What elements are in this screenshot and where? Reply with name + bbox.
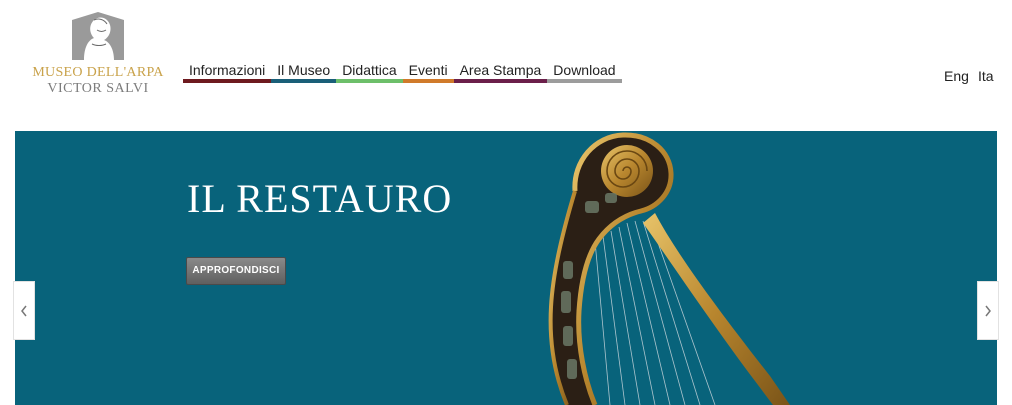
nav-item-eventi[interactable]: Eventi <box>402 62 454 83</box>
chevron-left-icon <box>21 305 27 316</box>
hero-slider: IL RESTAURO APPROFONDISCI <box>15 131 997 405</box>
slider-next-button[interactable] <box>977 281 999 340</box>
nav-item-label: Eventi <box>408 62 448 78</box>
nav-item-label: Download <box>553 62 616 78</box>
language-eng-link[interactable]: Eng <box>944 68 969 84</box>
nav-underline <box>336 79 403 83</box>
nav-item-informazioni[interactable]: Informazioni <box>183 62 272 83</box>
nav-item-il-museo[interactable]: Il Museo <box>271 62 337 83</box>
museum-logo[interactable]: MUSEO DELL'ARPA VICTOR SALVI <box>30 10 166 102</box>
nav-underline <box>453 79 548 83</box>
nav-item-label: Area Stampa <box>459 62 542 78</box>
hero-title: IL RESTAURO <box>187 176 453 221</box>
chevron-right-icon <box>985 305 991 316</box>
logo-line2: VICTOR SALVI <box>47 81 149 96</box>
nav-item-download[interactable]: Download <box>547 62 622 83</box>
harpist-portrait-icon <box>72 12 124 60</box>
nav-underline <box>183 79 272 83</box>
approfondisci-button[interactable]: APPROFONDISCI <box>186 257 286 285</box>
nav-item-label: Didattica <box>342 62 397 78</box>
nav-item-didattica[interactable]: Didattica <box>336 62 403 83</box>
logo-line1: MUSEO DELL'ARPA <box>32 65 164 80</box>
site-header: MUSEO DELL'ARPA VICTOR SALVI Informazion… <box>0 0 1012 131</box>
nav-underline <box>547 79 622 83</box>
main-nav: Informazioni Il Museo Didattica Eventi A… <box>183 62 622 83</box>
harp-image <box>548 132 790 405</box>
nav-underline <box>402 79 454 83</box>
nav-item-label: Il Museo <box>277 62 331 78</box>
nav-underline <box>271 79 337 83</box>
nav-item-label: Informazioni <box>189 62 266 78</box>
language-ita-link[interactable]: Ita <box>978 68 994 84</box>
nav-item-area-stampa[interactable]: Area Stampa <box>453 62 548 83</box>
slider-prev-button[interactable] <box>13 281 35 340</box>
